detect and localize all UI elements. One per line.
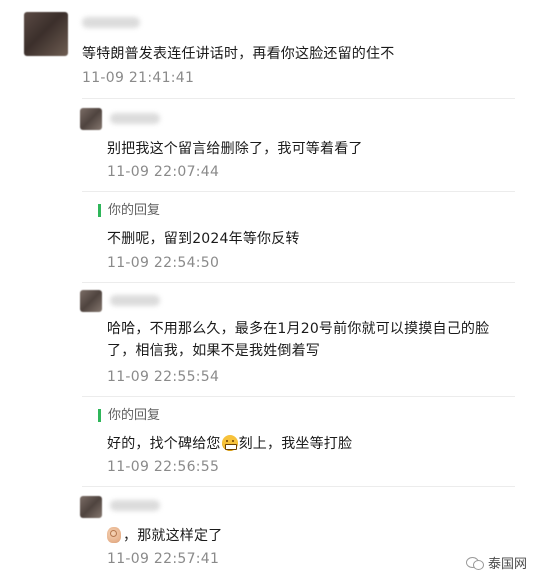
comment-text-part: ，那就这样定了 <box>123 528 223 544</box>
avatar <box>24 12 68 56</box>
divider <box>82 282 515 283</box>
username-blurred <box>82 17 140 28</box>
username-blurred <box>110 113 160 124</box>
your-reply-label: 你的回复 <box>98 204 160 217</box>
your-reply-label: 你的回复 <box>98 409 160 422</box>
username-blurred <box>110 500 160 511</box>
comment-time: 11-09 22:55:54 <box>107 369 220 385</box>
divider <box>82 98 515 99</box>
avatar <box>80 108 102 130</box>
comment-text: 别把我这个留言给删除了，我可等着看了 <box>107 141 363 157</box>
watermark-text: 泰国网 <box>487 557 527 572</box>
comment-time: 11-09 22:54:50 <box>107 255 220 271</box>
comment-time: 11-09 22:07:44 <box>107 164 220 180</box>
comment-time: 11-09 21:41:41 <box>82 70 195 86</box>
reply-text: 不删呢，留到2024年等你反转 <box>107 231 300 247</box>
wechat-icon <box>465 556 484 570</box>
comment-text: 哈哈，不用那么久，最多在1月20号前你就可以摸摸自己的脸了，相信我，如果不是我姓… <box>107 321 490 359</box>
reply-text: 好的，找个碑给您 刻上，我坐等打脸 <box>107 433 352 453</box>
reply-text-part: 好的，找个碑给您 <box>107 436 221 452</box>
watermark: 泰国网 <box>465 553 527 572</box>
grinning-face-icon <box>221 435 238 451</box>
divider <box>82 191 515 192</box>
comment-text: ，那就这样定了 <box>107 525 222 545</box>
divider <box>82 396 515 397</box>
comment-text: 等特朗普发表连任讲话时，再看你这脸还留的住不 <box>82 46 395 62</box>
reply-text-part: 刻上，我坐等打脸 <box>238 436 353 452</box>
avatar <box>80 496 102 518</box>
comment-time: 11-09 22:56:55 <box>107 459 220 475</box>
comment-time: 11-09 22:57:41 <box>107 551 220 567</box>
avatar <box>80 290 102 312</box>
ok-hand-icon <box>107 527 121 543</box>
username-blurred <box>110 295 160 306</box>
divider <box>82 486 515 487</box>
